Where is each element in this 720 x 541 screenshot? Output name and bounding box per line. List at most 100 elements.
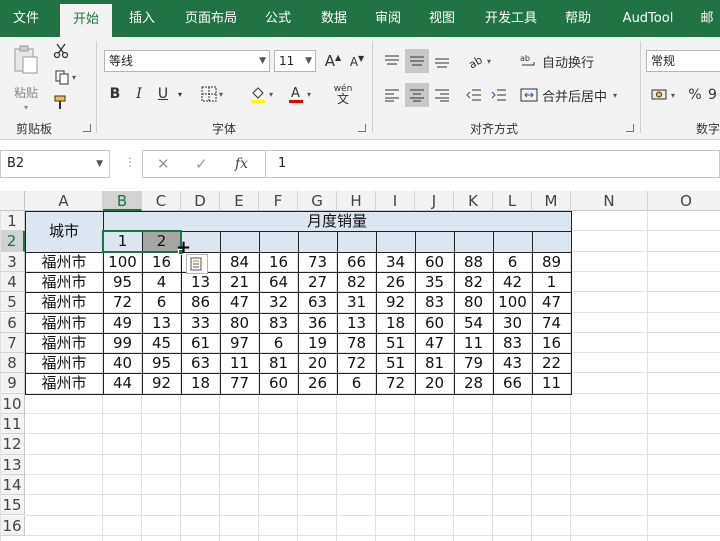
- sales-cell[interactable]: 89: [532, 252, 571, 272]
- sales-cell[interactable]: 45: [142, 333, 181, 353]
- sales-cell[interactable]: 81: [415, 353, 454, 373]
- sales-cell[interactable]: 20: [298, 353, 337, 373]
- sales-cell[interactable]: 21: [220, 272, 259, 292]
- sales-cell[interactable]: 26: [376, 272, 415, 292]
- row-header-12[interactable]: 12: [0, 434, 25, 455]
- alignment-launcher-icon[interactable]: [626, 124, 634, 132]
- row-header-13[interactable]: 13: [0, 454, 25, 475]
- sales-cell[interactable]: 47: [220, 292, 259, 312]
- name-box[interactable]: B2 ▼: [0, 150, 110, 178]
- column-header-i[interactable]: I: [376, 191, 415, 211]
- sales-cell[interactable]: 83: [493, 333, 532, 353]
- sales-cell[interactable]: 33: [181, 313, 220, 333]
- column-header-l[interactable]: L: [493, 191, 532, 211]
- enter-icon[interactable]: ✓: [195, 151, 208, 177]
- column-header-c[interactable]: C: [142, 191, 181, 211]
- sales-cell[interactable]: 88: [454, 252, 493, 272]
- font-size-select[interactable]: 11 ▼: [274, 50, 316, 72]
- comma-style-button[interactable]: 9: [708, 83, 720, 107]
- sales-cell[interactable]: 95: [142, 353, 181, 373]
- sales-cell[interactable]: 6: [337, 373, 376, 393]
- sales-cell[interactable]: 18: [376, 313, 415, 333]
- format-painter-button[interactable]: [50, 93, 72, 113]
- sales-cell[interactable]: 100: [103, 252, 142, 272]
- bottom-align-button[interactable]: [430, 49, 454, 73]
- sales-cell[interactable]: 72: [103, 292, 142, 312]
- city-cell[interactable]: 福州市: [25, 353, 103, 373]
- tab-mail[interactable]: 邮: [694, 0, 720, 37]
- underline-dropdown-icon[interactable]: ▾: [174, 83, 186, 105]
- row-header-11[interactable]: 11: [0, 414, 25, 435]
- sales-cell[interactable]: 43: [493, 353, 532, 373]
- tab-file[interactable]: 文件: [0, 0, 52, 37]
- city-cell[interactable]: 福州市: [25, 252, 103, 272]
- sales-cell[interactable]: 80: [454, 292, 493, 312]
- row-header-9[interactable]: 9: [0, 373, 25, 394]
- tab-audtool[interactable]: AudTool: [612, 0, 684, 37]
- font-launcher-icon[interactable]: [358, 124, 366, 132]
- sales-cell[interactable]: 72: [376, 373, 415, 393]
- row-header-3[interactable]: 3: [0, 251, 25, 272]
- select-all-corner[interactable]: [0, 191, 25, 211]
- column-header-a[interactable]: A: [25, 191, 103, 211]
- sales-cell[interactable]: 18: [181, 373, 220, 393]
- sales-cell[interactable]: 32: [259, 292, 298, 312]
- cancel-icon[interactable]: ✕: [157, 151, 170, 177]
- sales-cell[interactable]: 16: [259, 252, 298, 272]
- sales-cell[interactable]: 13: [181, 272, 220, 292]
- column-header-j[interactable]: J: [415, 191, 454, 211]
- spreadsheet-grid[interactable]: A B C D E F G H I J K L M N O 1 2 3 4 5 6 7 8 9 10 11 12 13 14 15 16 城市…: [0, 191, 720, 541]
- row-header-14[interactable]: 14: [0, 474, 25, 496]
- sales-cell[interactable]: 31: [337, 292, 376, 312]
- decrease-font-size-button[interactable]: A▼: [346, 50, 368, 72]
- sales-cell[interactable]: 11: [532, 373, 571, 393]
- sales-cell[interactable]: 64: [259, 272, 298, 292]
- sales-cell[interactable]: 51: [376, 353, 415, 373]
- sales-cell[interactable]: 92: [376, 292, 415, 312]
- sales-cell[interactable]: 35: [415, 272, 454, 292]
- tab-insert[interactable]: 插入: [118, 0, 166, 37]
- row-header-5[interactable]: 5: [0, 292, 25, 313]
- sales-cell[interactable]: 16: [532, 333, 571, 353]
- row-header-15[interactable]: 15: [0, 495, 25, 516]
- row-header-10[interactable]: 10: [0, 393, 25, 414]
- city-cell[interactable]: 福州市: [25, 333, 103, 353]
- column-header-h[interactable]: H: [337, 191, 376, 211]
- sales-cell[interactable]: 30: [493, 313, 532, 333]
- sales-cell[interactable]: 97: [220, 333, 259, 353]
- tab-developer[interactable]: 开发工具: [476, 0, 546, 37]
- row-header-8[interactable]: 8: [0, 353, 25, 374]
- sales-cell[interactable]: 44: [103, 373, 142, 393]
- tab-home[interactable]: 开始: [60, 4, 112, 37]
- sales-cell[interactable]: 95: [103, 272, 142, 292]
- column-header-g[interactable]: G: [298, 191, 337, 211]
- sales-cell[interactable]: 36: [298, 313, 337, 333]
- sales-cell[interactable]: 40: [103, 353, 142, 373]
- tab-formulas[interactable]: 公式: [254, 0, 302, 37]
- column-header-k[interactable]: K: [454, 191, 493, 211]
- number-format-select[interactable]: 常规: [646, 50, 720, 72]
- column-header-f[interactable]: F: [259, 191, 298, 211]
- sales-cell[interactable]: 13: [337, 313, 376, 333]
- tab-data[interactable]: 数据: [310, 0, 358, 37]
- formula-input[interactable]: 1: [266, 150, 720, 178]
- sales-cell[interactable]: 6: [259, 333, 298, 353]
- sales-cell[interactable]: 78: [337, 333, 376, 353]
- row-header-4[interactable]: 4: [0, 271, 25, 293]
- sales-cell[interactable]: 1: [532, 272, 571, 292]
- sales-cell[interactable]: 6: [493, 252, 532, 272]
- orientation-button[interactable]: ab ▾: [462, 49, 496, 73]
- increase-indent-button[interactable]: [487, 83, 511, 107]
- sales-cell[interactable]: 60: [259, 373, 298, 393]
- sales-cell[interactable]: 54: [454, 313, 493, 333]
- city-cell[interactable]: 福州市: [25, 272, 103, 292]
- fill-color-button[interactable]: ▾: [244, 83, 278, 105]
- tab-help[interactable]: 帮助: [556, 0, 600, 37]
- italic-button[interactable]: I: [128, 83, 150, 105]
- sales-cell[interactable]: 82: [454, 272, 493, 292]
- sales-cell[interactable]: 86: [181, 292, 220, 312]
- paste-button[interactable]: 粘贴 ▾: [8, 45, 44, 112]
- column-header-m[interactable]: M: [532, 191, 571, 211]
- sales-cell[interactable]: 99: [103, 333, 142, 353]
- bold-button[interactable]: B: [104, 83, 126, 105]
